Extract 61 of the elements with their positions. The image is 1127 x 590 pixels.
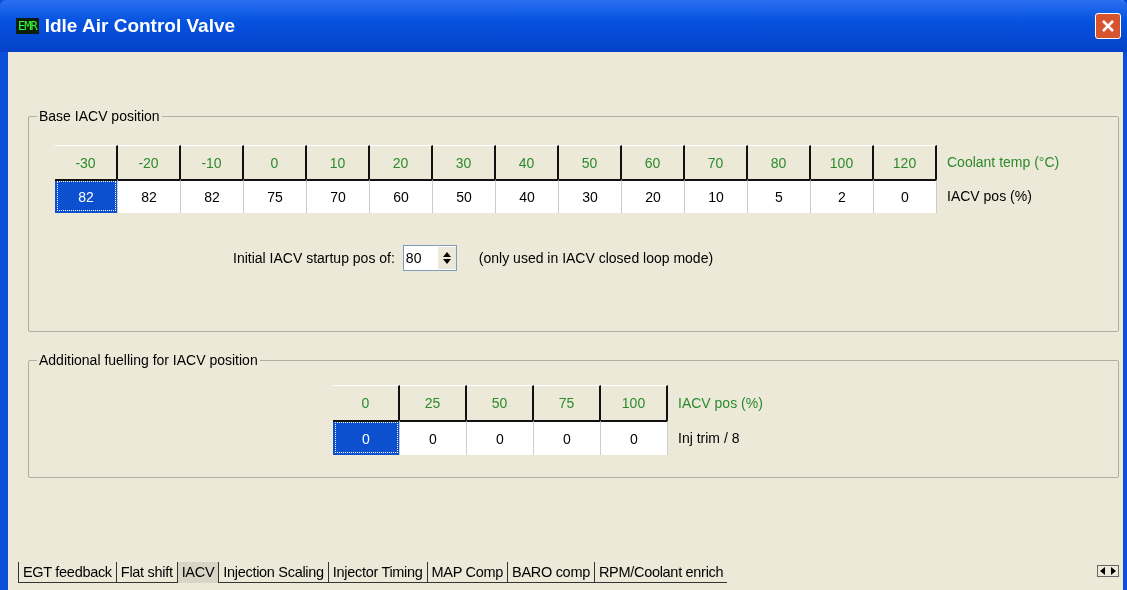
table-cell[interactable]: 82	[118, 179, 181, 213]
column-header: 40	[496, 145, 559, 179]
group-title: Base IACV position	[37, 108, 162, 124]
column-header: 75	[534, 385, 601, 420]
axis-label: IACV pos (%)	[677, 393, 764, 413]
table-cell[interactable]: 82	[55, 179, 118, 213]
column-header: 10	[307, 145, 370, 179]
table-cell[interactable]: 0	[467, 420, 534, 455]
column-header: 25	[400, 385, 467, 420]
table-cell[interactable]: 40	[496, 179, 559, 213]
column-header: 70	[685, 145, 748, 179]
tab[interactable]: MAP Comp	[426, 561, 508, 583]
spin-arrows-icon	[440, 250, 453, 266]
tab[interactable]: Flat shift	[115, 561, 177, 583]
table-cell[interactable]: 20	[622, 179, 685, 213]
table-cell[interactable]: 75	[244, 179, 307, 213]
row-label: Inj trim / 8	[677, 428, 741, 448]
column-header: 50	[559, 145, 622, 179]
table-cell[interactable]: 10	[685, 179, 748, 213]
table-cell[interactable]: 0	[400, 420, 467, 455]
table-cell[interactable]: 70	[307, 179, 370, 213]
table-cell[interactable]: 82	[181, 179, 244, 213]
column-header: 100	[811, 145, 874, 179]
table-cell[interactable]: 0	[874, 179, 937, 213]
window-title: Idle Air Control Valve	[44, 15, 237, 37]
column-header: 100	[601, 385, 668, 420]
column-header: 0	[244, 145, 307, 179]
axis-label: Coolant temp (°C)	[946, 153, 1061, 172]
column-header: -10	[181, 145, 244, 179]
table-cell[interactable]: 5	[748, 179, 811, 213]
table-cell[interactable]: 2	[811, 179, 874, 213]
tab-scroll-arrows-icon[interactable]	[1097, 564, 1119, 580]
column-header: -30	[55, 145, 118, 179]
column-header: -20	[118, 145, 181, 179]
table-cell[interactable]: 60	[370, 179, 433, 213]
tab[interactable]: IACV	[176, 561, 219, 583]
startup-note: (only used in IACV closed loop mode)	[478, 250, 714, 266]
tab[interactable]: EGT feedback	[18, 561, 116, 583]
tab[interactable]: Injection Scaling	[218, 561, 328, 583]
column-header: 0	[333, 385, 400, 420]
column-header: 60	[622, 145, 685, 179]
table-cell[interactable]: 0	[601, 420, 668, 455]
tab[interactable]: RPM/Coolant enrich	[593, 561, 728, 583]
table-cell[interactable]: 50	[433, 179, 496, 213]
column-header: 30	[433, 145, 496, 179]
table-cell[interactable]: 0	[333, 420, 400, 455]
app-logo-icon: EMR	[16, 18, 39, 34]
column-header: 120	[874, 145, 937, 179]
close-button[interactable]	[1095, 13, 1121, 39]
tab[interactable]: BARO comp	[507, 561, 594, 583]
group-title: Additional fuelling for IACV position	[37, 352, 260, 368]
table-cell[interactable]: 0	[534, 420, 601, 455]
close-icon	[1101, 19, 1115, 33]
tab[interactable]: Injector Timing	[327, 561, 427, 583]
startup-spinner[interactable]: 80	[402, 245, 457, 271]
table-cell[interactable]: 30	[559, 179, 622, 213]
column-header: 80	[748, 145, 811, 179]
column-header: 20	[370, 145, 433, 179]
row-label: IACV pos (%)	[946, 187, 1033, 206]
startup-label: Initial IACV startup pos of:	[233, 250, 395, 266]
column-header: 50	[467, 385, 534, 420]
